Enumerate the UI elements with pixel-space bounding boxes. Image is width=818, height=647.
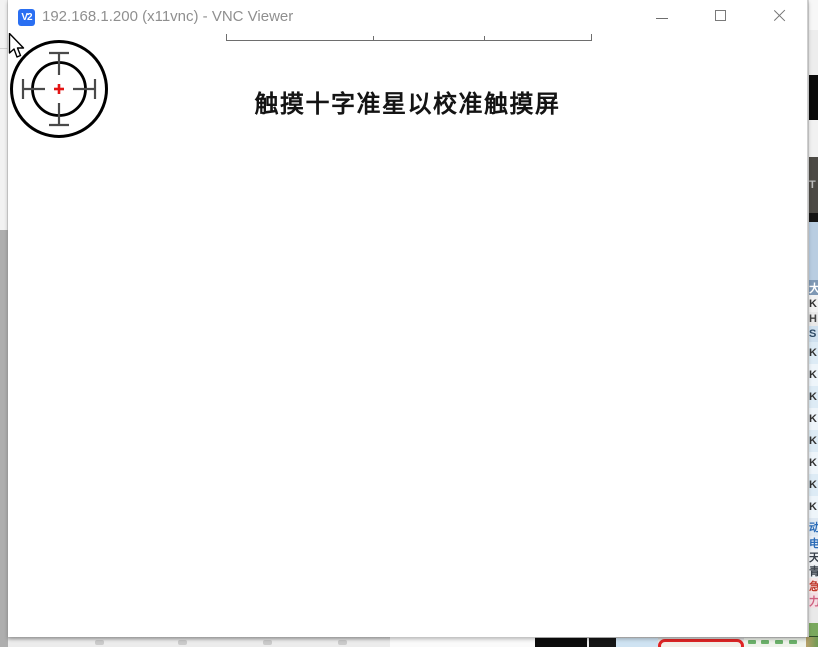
calibration-message: 触摸十字准星以校准触摸屏 bbox=[8, 84, 807, 119]
background-webpage-strip: T大KHSKKKKKKKK动电天青急力 bbox=[808, 0, 818, 647]
background-window-left-edge-bottom bbox=[0, 230, 8, 647]
background-green-text-block bbox=[744, 638, 806, 647]
background-window-left-edge-top bbox=[0, 0, 8, 230]
bg-strip-segment bbox=[809, 75, 818, 120]
bg-strip-segment: K bbox=[809, 386, 818, 408]
bg-strip-segment: 青 bbox=[809, 564, 818, 578]
divider bbox=[373, 36, 374, 40]
background-color-block bbox=[806, 637, 818, 647]
watermark-mark bbox=[263, 640, 272, 645]
bg-strip-segment: T bbox=[809, 157, 818, 213]
background-bottom-strip bbox=[8, 637, 818, 647]
bg-strip-segment bbox=[809, 222, 818, 280]
bg-strip-segment: K bbox=[809, 496, 818, 518]
divider bbox=[484, 36, 485, 40]
bg-strip-segment: K bbox=[809, 295, 818, 312]
close-button[interactable] bbox=[761, 0, 797, 30]
watermark-mark bbox=[338, 640, 347, 645]
maximize-button[interactable] bbox=[702, 0, 738, 30]
bg-strip-segment bbox=[809, 608, 818, 623]
bg-strip-segment: S bbox=[809, 326, 818, 342]
close-icon bbox=[773, 9, 786, 22]
window-title: 192.168.1.200 (x11vnc) - VNC Viewer bbox=[42, 8, 293, 25]
remote-desktop-view: 触摸十字准星以校准触摸屏 bbox=[8, 32, 807, 637]
bg-strip-segment: 动 bbox=[809, 518, 818, 536]
bg-strip-segment: K bbox=[809, 452, 818, 474]
bg-strip-segment bbox=[809, 120, 818, 157]
bg-strip-segment bbox=[809, 213, 818, 222]
mouse-cursor-icon bbox=[8, 33, 26, 59]
cutoff-input-box bbox=[226, 34, 592, 41]
bg-strip-segment: K bbox=[809, 430, 818, 452]
background-white-block bbox=[390, 637, 535, 647]
bg-strip-segment: K bbox=[809, 364, 818, 386]
watermark-mark bbox=[178, 640, 187, 645]
background-blue-block bbox=[616, 638, 658, 647]
red-highlight-box bbox=[658, 639, 744, 647]
minimize-button[interactable] bbox=[644, 0, 680, 30]
bg-strip-segment bbox=[809, 30, 818, 75]
bg-strip-segment: K bbox=[809, 342, 818, 364]
minimize-icon bbox=[656, 18, 668, 19]
vnc-viewer-window: V2 192.168.1.200 (x11vnc) - VNC Viewer bbox=[8, 0, 808, 637]
divider bbox=[0, 48, 8, 49]
vnc-app-icon[interactable]: V2 bbox=[18, 9, 35, 26]
bg-strip-segment: H bbox=[809, 312, 818, 326]
maximize-icon bbox=[715, 10, 726, 21]
window-titlebar[interactable]: V2 192.168.1.200 (x11vnc) - VNC Viewer bbox=[8, 0, 807, 32]
bg-strip-segment: 电 bbox=[809, 536, 818, 550]
bg-strip-segment: 天 bbox=[809, 550, 818, 564]
bg-strip-segment bbox=[809, 623, 818, 636]
background-black-block bbox=[589, 638, 616, 647]
bg-strip-segment: K bbox=[809, 408, 818, 430]
bg-strip-segment bbox=[809, 0, 818, 30]
bg-strip-segment: 大 bbox=[809, 280, 818, 295]
watermark-mark bbox=[95, 640, 104, 645]
bg-strip-segment: K bbox=[809, 474, 818, 496]
background-window-left-edge bbox=[0, 0, 8, 647]
bg-strip-segment: 急 bbox=[809, 578, 818, 593]
bg-strip-segment: 力 bbox=[809, 593, 818, 608]
background-black-block bbox=[535, 638, 587, 647]
